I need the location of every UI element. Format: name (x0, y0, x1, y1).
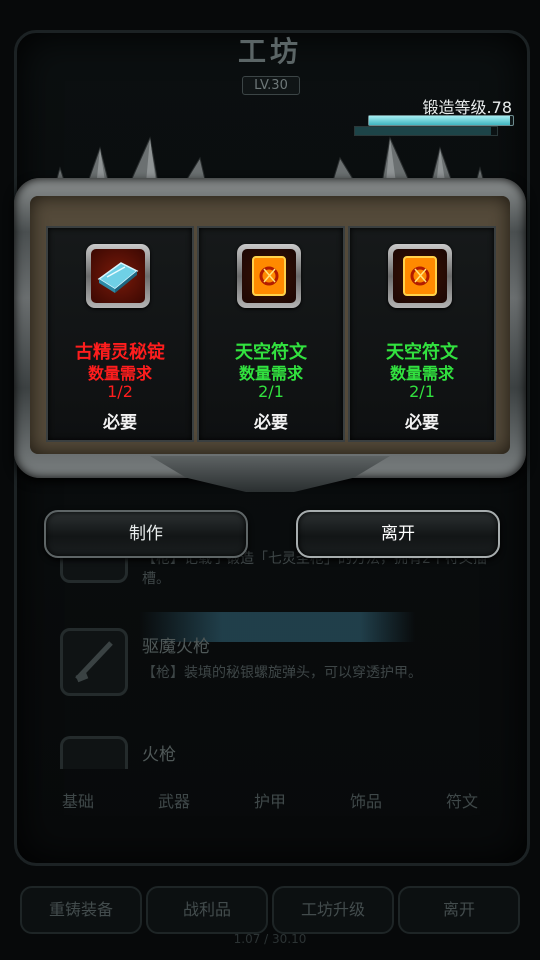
item-description: 【枪】装填的秘银螺旋弹头，可以穿透护甲。 (142, 665, 422, 681)
craft-button[interactable]: 制作 (44, 510, 248, 558)
tab-armor: 护甲 (253, 792, 286, 811)
item-slot (60, 628, 128, 696)
material-count: 1/2 (107, 382, 133, 401)
tab-rune: 符文 (445, 792, 478, 811)
material-required-tag: 必要 (103, 413, 137, 433)
material-card: 天空符文 数量需求 2/1 必要 (348, 226, 496, 442)
material-slot (388, 244, 452, 308)
workshop-title: 工坊 (237, 35, 302, 68)
material-slot (86, 244, 150, 308)
list-item: 驱魔火枪 【枪】装填的秘银螺旋弹头，可以穿透护甲。 (60, 628, 500, 696)
material-slot (237, 244, 301, 308)
upgrade-workshop-button: 工坊升级 (272, 886, 394, 934)
item-slot (60, 736, 128, 769)
material-count: 2/1 (258, 382, 284, 401)
forge-progress-bar (368, 115, 514, 126)
material-card: 古精灵秘锭 数量需求 1/2 必要 (46, 226, 194, 442)
loot-button: 战利品 (146, 886, 268, 934)
exit-workshop-button: 离开 (398, 886, 520, 934)
workshop-level-badge: LV.30 (242, 76, 300, 95)
reforge-button: 重铸装备 (20, 886, 142, 934)
sky-rune-icon (242, 249, 296, 303)
tab-accessory: 饰品 (349, 792, 382, 811)
leave-button[interactable]: 离开 (296, 510, 500, 558)
tab-basic: 基础 (61, 792, 94, 811)
item-name: 驱魔火枪 (142, 637, 210, 657)
sky-rune-icon (393, 249, 447, 303)
category-tabs: 基础 武器 护甲 饰品 符文 (30, 780, 510, 820)
mithril-ingot-icon (91, 249, 145, 303)
material-required-tag: 必要 (405, 413, 439, 433)
material-required-tag: 必要 (254, 413, 288, 433)
item-name: 火枪 (142, 745, 176, 765)
material-requirement-label: 数量需求 (238, 364, 303, 383)
bottom-menu: 重铸装备 战利品 工坊升级 离开 (20, 886, 520, 934)
forge-progress-fill (369, 116, 511, 125)
material-requirement-label: 数量需求 (389, 364, 454, 383)
material-requirement-label: 数量需求 (87, 364, 152, 383)
material-count: 2/1 (409, 382, 435, 401)
footer-counter: 1.07 / 30.10 (233, 932, 307, 946)
musket-icon (75, 641, 113, 683)
material-card: 天空符文 数量需求 2/1 必要 (197, 226, 345, 442)
tab-weapon: 武器 (157, 792, 190, 811)
